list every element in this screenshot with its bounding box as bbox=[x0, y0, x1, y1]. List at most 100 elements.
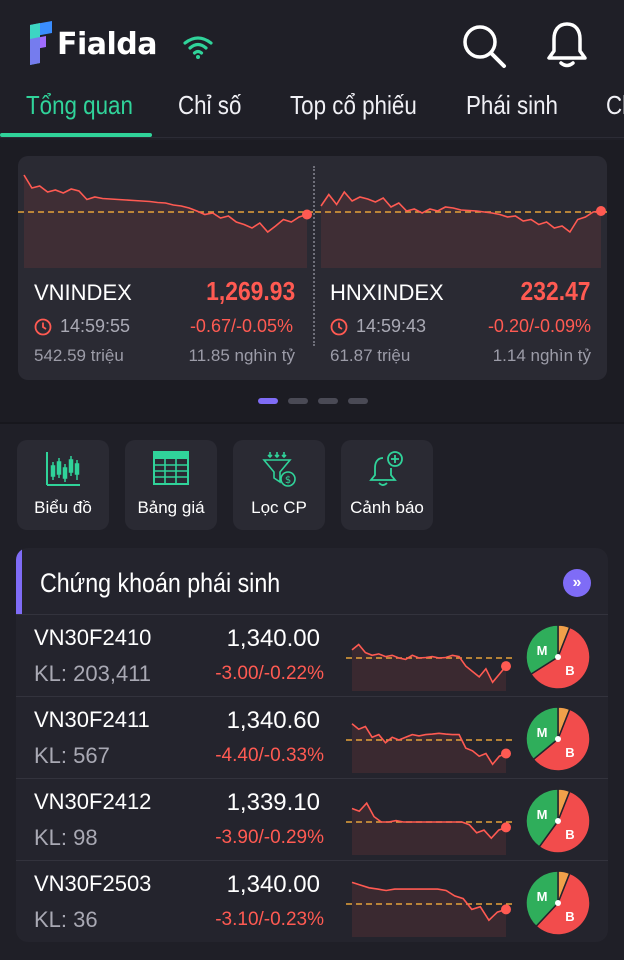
buy-sell-pie: MB bbox=[525, 870, 591, 936]
sparkline-area bbox=[321, 192, 601, 268]
contract-change: -3.00/-0.22% bbox=[215, 663, 324, 684]
tab-top-co-phieu[interactable]: Top cổ phiếu bbox=[290, 90, 417, 121]
tab-phai-sinh[interactable]: Phái sinh bbox=[466, 90, 558, 121]
index-time-text: 14:59:55 bbox=[60, 316, 131, 336]
last-point-dot bbox=[596, 206, 606, 216]
derivative-row[interactable]: VN30F2410 KL: 203,411 1,340.00 -3.00/-0.… bbox=[16, 614, 608, 696]
quick-action-label: Lọc CP bbox=[251, 498, 307, 517]
see-more-button[interactable]: » bbox=[563, 569, 591, 597]
contract-symbol: VN30F2412 bbox=[34, 789, 152, 814]
pie-center bbox=[555, 818, 561, 824]
contract-price: 1,340.00 bbox=[226, 871, 320, 898]
quick-action-alerts[interactable]: Cảnh báo bbox=[341, 440, 433, 530]
pie-center bbox=[555, 900, 561, 906]
derivative-row[interactable]: VN30F2411 KL: 567 1,340.60 -4.40/-0.33% … bbox=[16, 696, 608, 778]
contract-volume: KL: 36 bbox=[34, 907, 98, 932]
clock-icon bbox=[330, 318, 348, 335]
index-divider bbox=[313, 166, 315, 346]
price-table-icon bbox=[153, 451, 189, 485]
contract-sparkline bbox=[346, 881, 512, 937]
quick-action-chart[interactable]: Biểu đồ bbox=[17, 440, 109, 530]
sparkline-area bbox=[352, 644, 506, 691]
contract-symbol: VN30F2411 bbox=[34, 707, 150, 732]
contract-change: -3.90/-0.29% bbox=[215, 827, 324, 848]
last-point-dot bbox=[302, 209, 312, 220]
quick-action-price-board[interactable]: Bảng giá bbox=[125, 440, 217, 530]
app-name: Fialda bbox=[57, 26, 158, 62]
tab-chi-so[interactable]: Chỉ số bbox=[178, 90, 241, 121]
derivative-row[interactable]: VN30F2412 KL: 98 1,339.10 -3.90/-0.29% M… bbox=[16, 778, 608, 860]
top-bar: Fialda bbox=[0, 0, 624, 80]
section-separator bbox=[0, 422, 624, 424]
pie-label-buy: M bbox=[537, 889, 548, 904]
index-time: 14:59:55 bbox=[34, 316, 130, 337]
index-name: HNXINDEX bbox=[330, 280, 444, 305]
contract-price: 1,340.00 bbox=[226, 625, 320, 652]
notification-bell-icon[interactable] bbox=[544, 20, 590, 70]
pie-label-buy: M bbox=[537, 807, 548, 822]
last-point-dot bbox=[501, 822, 511, 833]
pie-label-sell: B bbox=[565, 909, 574, 924]
contract-volume: KL: 98 bbox=[34, 825, 98, 850]
sparkline-area bbox=[352, 723, 506, 773]
contract-sparkline bbox=[346, 723, 512, 773]
derivative-row[interactable]: VN30F2503 KL: 36 1,340.00 -3.10/-0.23% M… bbox=[16, 860, 608, 942]
contract-sparkline bbox=[346, 801, 512, 855]
sparkline-area bbox=[352, 803, 506, 855]
stock-filter-icon: $ bbox=[262, 452, 296, 487]
wifi-connected-icon bbox=[183, 36, 213, 59]
last-point-dot bbox=[501, 661, 511, 672]
main-tabs: Tổng quan Chỉ số Top cổ phiếu Phái sinh … bbox=[0, 80, 624, 138]
market-index-panel: VNINDEX 1,269.93 14:59:55 -0.67/-0.05% 5… bbox=[0, 140, 624, 422]
pagination-dot-active[interactable] bbox=[258, 398, 278, 404]
buy-sell-pie: MB bbox=[525, 624, 591, 690]
carousel-pagination bbox=[258, 398, 368, 404]
derivatives-section: Chứng khoán phái sinh » VN30F2410 KL: 20… bbox=[16, 548, 608, 942]
tab-tong-quan[interactable]: Tổng quan bbox=[26, 90, 133, 121]
pie-center bbox=[555, 654, 561, 660]
index-value: 1,269.93 bbox=[205, 276, 295, 306]
clock-icon bbox=[34, 318, 52, 335]
quick-action-stock-filter[interactable]: $ Lọc CP bbox=[233, 440, 325, 530]
pie-center bbox=[555, 736, 561, 742]
search-icon[interactable] bbox=[460, 22, 508, 70]
index-time-text: 14:59:43 bbox=[356, 316, 427, 336]
sparkline-area bbox=[24, 175, 307, 268]
pie-label-sell: B bbox=[565, 745, 574, 760]
index-turnover: 11.85 nghìn tỷ bbox=[188, 346, 296, 365]
quick-action-label: Bảng giá bbox=[137, 498, 205, 517]
contract-price: 1,340.60 bbox=[226, 707, 320, 734]
last-point-dot bbox=[501, 748, 511, 759]
contract-change: -4.40/-0.33% bbox=[215, 745, 324, 766]
tab-partial[interactable]: Cl bbox=[606, 90, 624, 121]
hnxindex-sparkline bbox=[315, 190, 607, 268]
contract-volume: KL: 203,411 bbox=[34, 661, 152, 686]
index-change: -0.67/-0.05% bbox=[189, 316, 293, 336]
buy-sell-pie: MB bbox=[525, 706, 591, 772]
contract-price: 1,339.10 bbox=[226, 789, 320, 816]
pie-label-buy: M bbox=[537, 725, 548, 740]
pagination-dot[interactable] bbox=[288, 398, 308, 404]
index-carousel-card[interactable]: VNINDEX 1,269.93 14:59:55 -0.67/-0.05% 5… bbox=[18, 156, 607, 380]
index-time: 14:59:43 bbox=[330, 316, 426, 337]
vnindex-sparkline bbox=[18, 174, 313, 268]
pagination-dot[interactable] bbox=[318, 398, 338, 404]
contract-change: -3.10/-0.23% bbox=[215, 909, 324, 930]
buy-sell-pie: MB bbox=[525, 788, 591, 854]
index-value: 232.47 bbox=[521, 276, 591, 306]
contract-volume: KL: 567 bbox=[34, 743, 110, 768]
active-tab-indicator bbox=[0, 133, 152, 137]
section-title: Chứng khoán phái sinh bbox=[40, 568, 281, 598]
quick-action-label: Cảnh báo bbox=[350, 498, 424, 517]
svg-text:$: $ bbox=[285, 475, 291, 486]
index-turnover: 1.14 nghìn tỷ bbox=[492, 346, 591, 365]
candlestick-chart-icon bbox=[46, 452, 80, 486]
index-volume: 61.87 triệu bbox=[330, 346, 411, 365]
index-change: -0.20/-0.09% bbox=[487, 316, 591, 336]
app-logo[interactable]: Fialda bbox=[24, 20, 159, 68]
fialda-logo-icon bbox=[30, 21, 52, 65]
pie-label-buy: M bbox=[537, 643, 548, 658]
pagination-dot[interactable] bbox=[348, 398, 368, 404]
contract-sparkline bbox=[346, 643, 512, 691]
last-point-dot bbox=[501, 904, 511, 915]
